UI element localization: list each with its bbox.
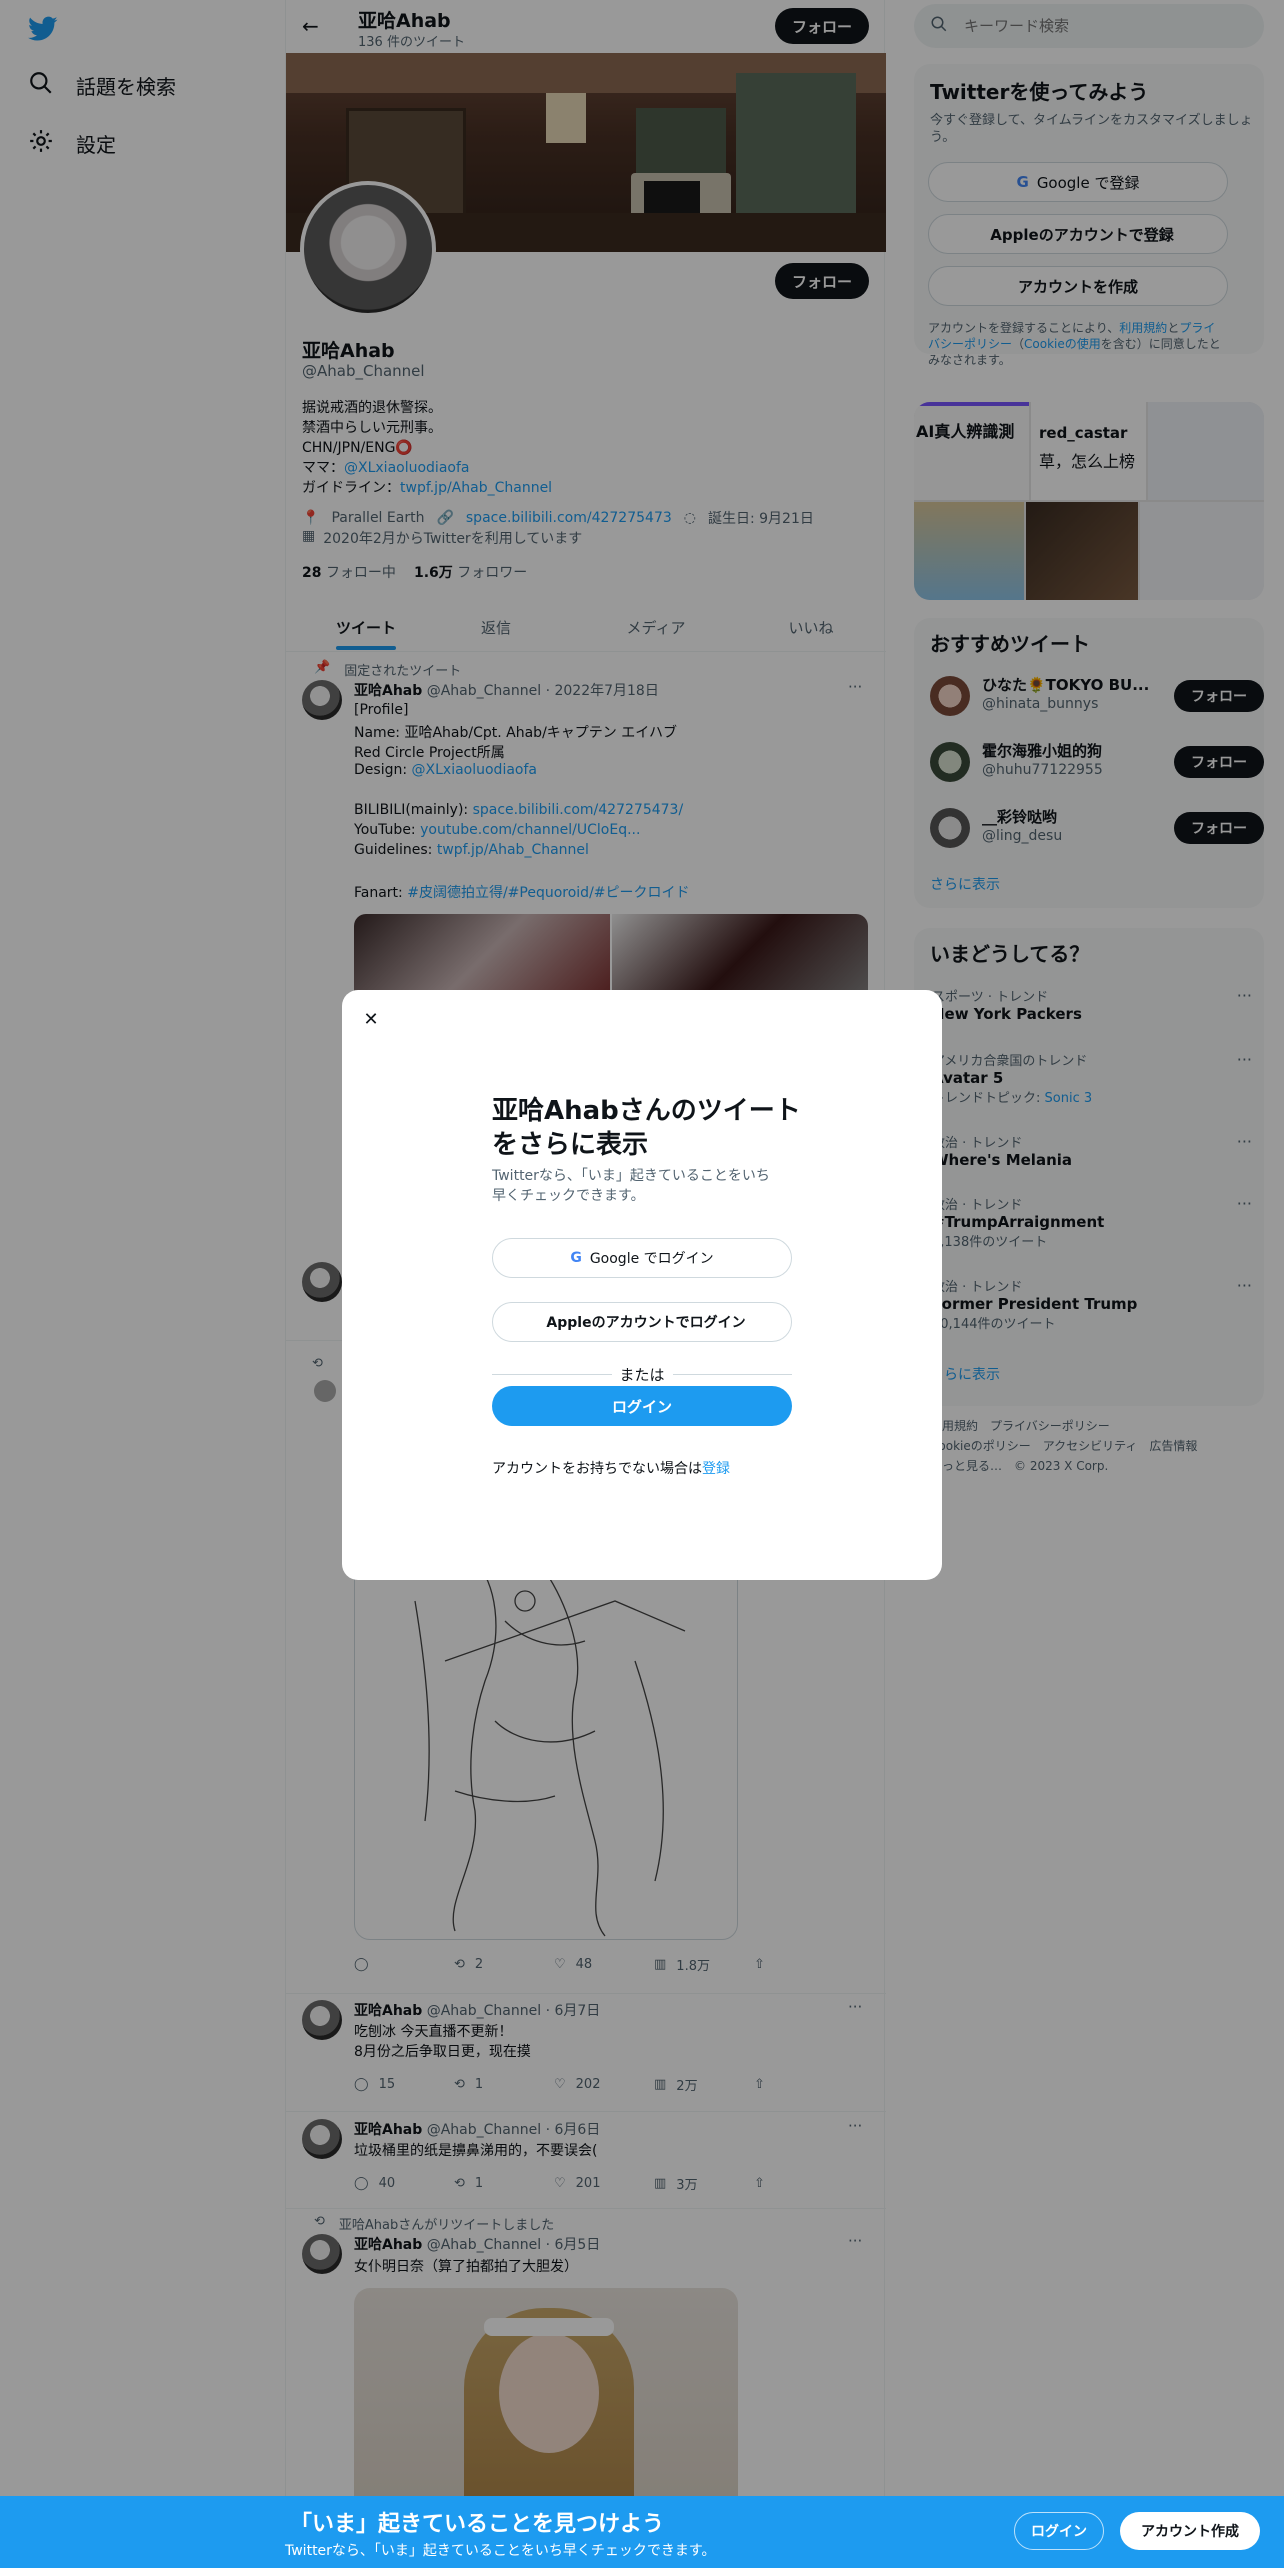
or-label: または — [619, 1366, 665, 1384]
register-link[interactable]: 登録 — [702, 1461, 730, 1477]
login-button[interactable]: ログイン — [492, 1386, 792, 1426]
modal-subtitle-line: Twitterなら、「いま」起きていることをいち — [492, 1168, 770, 1184]
bottom-bar-subtitle: Twitterなら、「いま」起きていることをいち早くチェックできます。 — [285, 2543, 716, 2559]
modal-subtitle-line: 早くチェックできます。 — [492, 1188, 645, 1204]
or-divider: または — [492, 1364, 793, 1385]
google-icon: G — [570, 1250, 582, 1266]
signup-prompt: アカウントをお持ちでない場合は登録 — [492, 1458, 730, 1478]
signup-prompt-text: アカウントをお持ちでない場合は — [492, 1461, 702, 1477]
modal-title-line: 亚哈Ahabさんのツイート — [492, 1096, 801, 1126]
login-modal: ✕ 亚哈Ahabさんのツイート をさらに表示 Twitterなら、「いま」起きて… — [342, 990, 942, 1580]
bottom-bar-title: 「いま」起きていることを見つけよう — [290, 2512, 665, 2537]
bottom-signup-button[interactable]: アカウント作成 — [1120, 2512, 1260, 2550]
modal-title: 亚哈Ahabさんのツイート をさらに表示 — [492, 1094, 801, 1162]
modal-subtitle: Twitterなら、「いま」起きていることをいち 早くチェックできます。 — [492, 1166, 770, 1206]
apple-login-button[interactable]: Appleのアカウントでログイン — [492, 1302, 792, 1342]
apple-login-label: Appleのアカウントでログイン — [546, 1315, 746, 1331]
close-icon[interactable]: ✕ — [356, 1004, 386, 1034]
bottom-login-button[interactable]: ログイン — [1014, 2512, 1104, 2550]
google-login-button[interactable]: G Google でログイン — [492, 1238, 792, 1278]
bottom-signup-bar: 「いま」起きていることを見つけよう Twitterなら、「いま」起きていることを… — [0, 2496, 1284, 2568]
google-login-label: Google でログイン — [589, 1251, 714, 1267]
modal-title-line: をさらに表示 — [492, 1130, 649, 1160]
